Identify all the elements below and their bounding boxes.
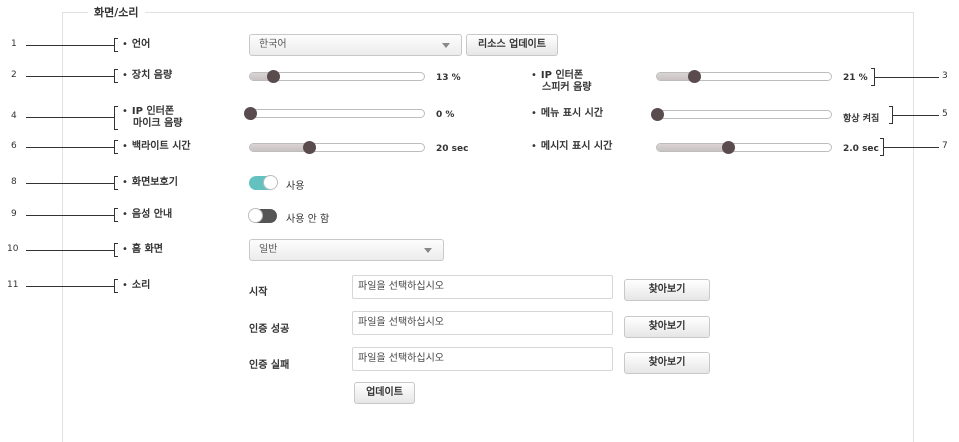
home-screen-select[interactable]: 일반 xyxy=(249,239,444,261)
voice-guide-state: 사용 안 함 xyxy=(286,214,330,225)
callout-line xyxy=(26,250,114,251)
callout-bracket xyxy=(114,243,118,257)
callout-11: 11 xyxy=(7,280,19,290)
slider-handle[interactable] xyxy=(687,70,701,83)
label-voice-guide: • 음성 안내 xyxy=(122,209,173,220)
label-home-screen: • 홈 화면 xyxy=(122,244,163,255)
sound-update-button[interactable]: 업데이트 xyxy=(354,382,415,404)
screensaver-toggle[interactable] xyxy=(249,175,278,190)
callout-line xyxy=(26,183,114,184)
callout-line xyxy=(26,215,114,216)
callout-2: 2 xyxy=(11,70,17,80)
sound-auth-fail-browse-button[interactable]: 찾아보기 xyxy=(624,352,710,374)
label-language: • 언어 xyxy=(122,39,151,50)
device-volume-slider[interactable] xyxy=(249,70,425,83)
menu-display-time-value: 항상 켜짐 xyxy=(843,114,880,124)
callout-bracket xyxy=(114,106,118,130)
callout-10: 10 xyxy=(7,244,19,254)
label-ip-speaker-volume: • IP 인터폰 스피커 음량 xyxy=(531,70,592,93)
panel-title: 화면/소리 xyxy=(88,4,145,20)
toggle-knob xyxy=(248,208,263,223)
callout-line xyxy=(893,115,939,116)
callout-line xyxy=(884,147,939,148)
slider-handle[interactable] xyxy=(651,108,664,121)
callout-3: 3 xyxy=(942,71,948,81)
label-message-display-time: • 메시지 표시 시간 xyxy=(531,141,613,152)
callout-bracket xyxy=(114,69,118,83)
chevron-down-icon xyxy=(442,43,450,48)
label-menu-display-time: • 메뉴 표시 시간 xyxy=(531,108,604,119)
callout-9: 9 xyxy=(11,209,17,219)
screensaver-state: 사용 xyxy=(286,181,305,192)
label-ip-mic-volume: • IP 인터폰 마이크 음량 xyxy=(122,106,183,129)
callout-line xyxy=(875,77,939,78)
device-volume-value: 13 % xyxy=(436,73,461,83)
callout-line xyxy=(26,286,114,287)
ip-mic-volume-slider[interactable] xyxy=(244,107,425,120)
sound-auth-success-label: 인증 성공 xyxy=(249,324,290,335)
callout-6: 6 xyxy=(11,141,17,151)
language-select[interactable]: 한국어 xyxy=(249,34,462,56)
sound-auth-success-file-input[interactable]: 파일을 선택하십시오 xyxy=(352,311,613,335)
slider-handle[interactable] xyxy=(244,107,257,120)
sound-start-browse-button[interactable]: 찾아보기 xyxy=(624,279,710,301)
message-display-time-value: 2.0 sec xyxy=(843,144,879,154)
label-device-volume: • 장치 음량 xyxy=(122,70,173,81)
callout-bracket xyxy=(114,208,118,222)
message-display-time-slider[interactable] xyxy=(656,141,832,154)
sound-start-file-input[interactable]: 파일을 선택하십시오 xyxy=(352,275,613,299)
callout-line xyxy=(26,45,114,46)
callout-line xyxy=(26,147,114,148)
callout-bracket xyxy=(114,279,118,293)
callout-1: 1 xyxy=(11,39,17,49)
callout-line xyxy=(26,117,114,118)
label-screensaver: • 화면보호기 xyxy=(122,177,178,188)
chevron-down-icon xyxy=(424,248,432,253)
callout-8: 8 xyxy=(11,177,17,187)
callout-5: 5 xyxy=(942,109,948,119)
callout-bracket xyxy=(114,176,118,190)
menu-display-time-slider[interactable] xyxy=(651,108,832,121)
voice-guide-toggle[interactable] xyxy=(248,208,277,223)
callout-4: 4 xyxy=(11,111,17,121)
slider-handle[interactable] xyxy=(266,70,280,83)
backlight-time-value: 20 sec xyxy=(436,144,469,154)
resource-update-button[interactable]: 리소스 업데이트 xyxy=(466,34,558,56)
label-backlight-time: • 백라이트 시간 xyxy=(122,141,191,152)
backlight-time-slider[interactable] xyxy=(249,141,425,154)
callout-bracket xyxy=(114,38,118,52)
label-sound: • 소리 xyxy=(122,280,151,291)
callout-bracket xyxy=(114,140,118,154)
sound-auth-fail-label: 인증 실패 xyxy=(249,360,290,371)
sound-auth-success-browse-button[interactable]: 찾아보기 xyxy=(624,316,710,338)
callout-line xyxy=(26,76,114,77)
ip-speaker-volume-value: 21 % xyxy=(843,73,868,83)
ip-mic-volume-value: 0 % xyxy=(436,110,455,120)
callout-7: 7 xyxy=(942,141,948,151)
ip-speaker-volume-slider[interactable] xyxy=(656,70,832,83)
toggle-knob xyxy=(263,175,278,190)
sound-auth-fail-file-input[interactable]: 파일을 선택하십시오 xyxy=(352,347,613,371)
sound-start-label: 시작 xyxy=(249,287,268,298)
